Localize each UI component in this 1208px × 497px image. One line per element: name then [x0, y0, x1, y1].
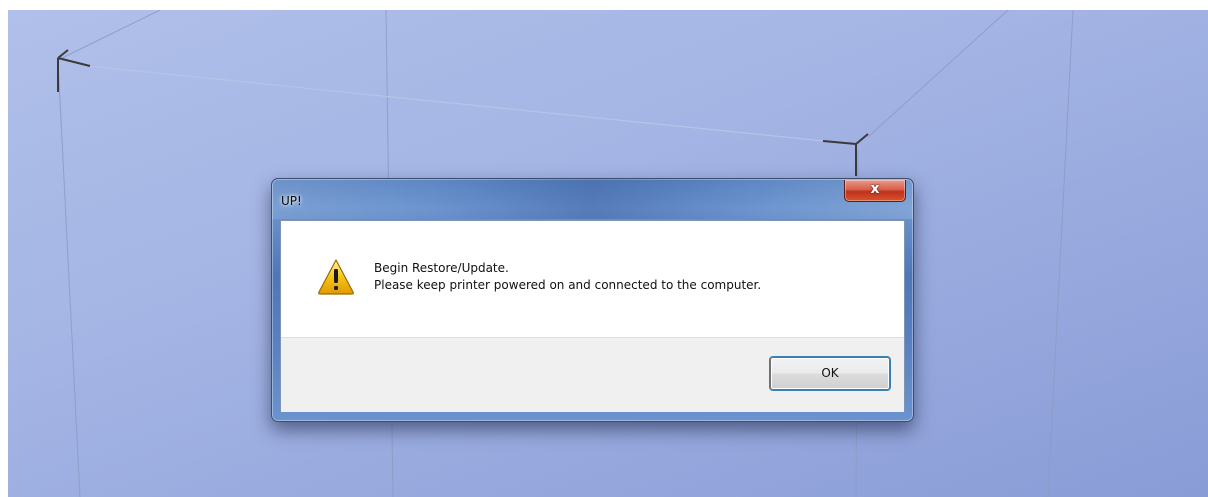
- close-button[interactable]: x: [844, 180, 906, 202]
- button-area: OK: [281, 337, 904, 412]
- dialog-message: Begin Restore/Update. Please keep printe…: [374, 260, 761, 294]
- ok-button[interactable]: OK: [770, 357, 890, 390]
- message-dialog: UP! x Begin Restore/Update. Please keep …: [271, 178, 914, 422]
- message-line-1: Begin Restore/Update.: [374, 261, 509, 275]
- warning-icon: [318, 259, 354, 295]
- close-icon: x: [870, 181, 880, 197]
- dialog-title: UP!: [281, 194, 302, 208]
- message-line-2: Please keep printer powered on and conne…: [374, 278, 762, 292]
- dialog-content: Begin Restore/Update. Please keep printe…: [280, 220, 905, 412]
- message-area: Begin Restore/Update. Please keep printe…: [281, 221, 904, 337]
- dialog-titlebar[interactable]: UP! x: [272, 179, 913, 219]
